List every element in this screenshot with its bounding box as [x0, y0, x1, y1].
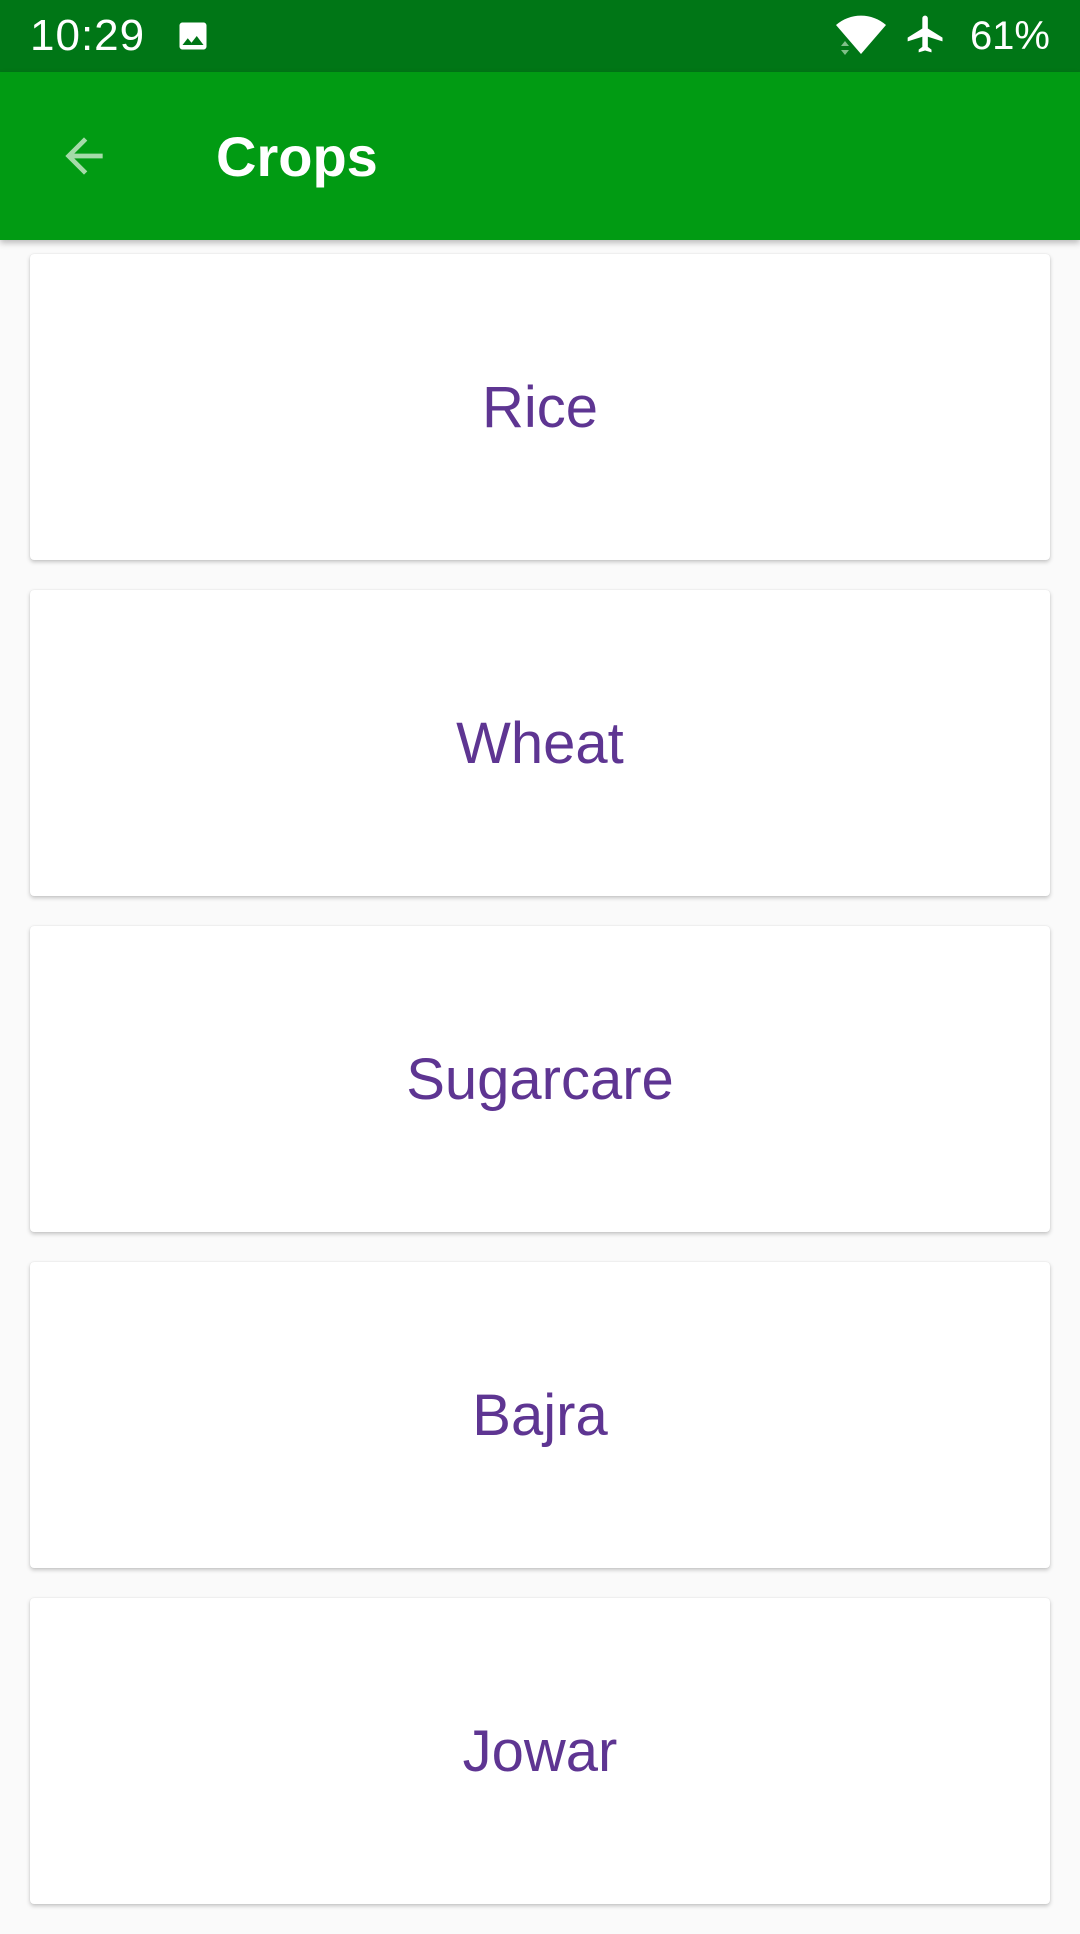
crop-card-rice[interactable]: Rice	[30, 254, 1050, 560]
crop-label: Jowar	[462, 1718, 618, 1784]
battery-level: 61%	[969, 13, 1050, 58]
crop-label: Bajra	[472, 1382, 608, 1448]
crop-list: Rice Wheat Sugarcare Bajra Jowar	[30, 254, 1050, 1934]
status-time: 10:29	[30, 11, 146, 60]
status-bar: 10:29 61%	[0, 0, 1080, 72]
crop-card-bajra[interactable]: Bajra	[30, 1262, 1050, 1568]
page-title: Crops	[216, 124, 378, 188]
crop-label: Rice	[481, 374, 599, 440]
crop-card-sugarcare[interactable]: Sugarcare	[30, 926, 1050, 1232]
airplane-icon	[904, 12, 948, 61]
app-bar: Crops	[0, 72, 1080, 240]
image-icon	[175, 16, 215, 56]
arrow-back-icon	[65, 137, 103, 175]
status-icons: 61%	[834, 12, 1050, 61]
crop-label: Sugarcare	[406, 1046, 674, 1112]
back-button[interactable]	[40, 112, 128, 200]
wifi-icon	[834, 12, 888, 61]
crop-label: Wheat	[456, 710, 624, 776]
crop-card-jowar[interactable]: Jowar	[30, 1598, 1050, 1904]
crop-card-wheat[interactable]: Wheat	[30, 590, 1050, 896]
